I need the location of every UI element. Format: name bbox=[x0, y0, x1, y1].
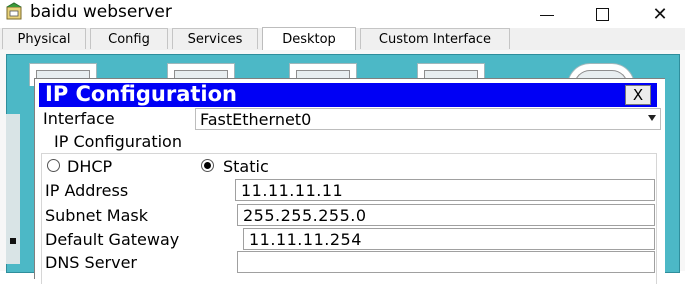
tab-config[interactable]: Config bbox=[90, 28, 168, 49]
maximize-icon bbox=[595, 7, 609, 21]
bullet-marker bbox=[10, 238, 16, 244]
interface-select[interactable]: FastEthernet0 bbox=[195, 108, 661, 130]
dns-server-label: DNS Server bbox=[45, 253, 137, 272]
close-icon: ✕ bbox=[652, 3, 668, 25]
dhcp-label[interactable]: DHCP bbox=[67, 157, 112, 176]
minimize-button[interactable] bbox=[524, 0, 570, 28]
tab-physical[interactable]: Physical bbox=[2, 28, 86, 49]
close-window-button[interactable]: ✕ bbox=[637, 0, 683, 28]
dns-server-field[interactable] bbox=[237, 251, 655, 273]
subnet-mask-field[interactable]: 255.255.255.0 bbox=[237, 204, 655, 226]
ip-config-group-label: IP Configuration bbox=[51, 132, 185, 151]
tab-label: Desktop bbox=[282, 31, 336, 47]
ip-address-field[interactable]: 11.11.11.11 bbox=[235, 179, 655, 201]
window-title-bar: baidu webserver ✕ bbox=[0, 0, 685, 28]
ip-config-close-button[interactable]: X bbox=[625, 85, 651, 105]
static-label[interactable]: Static bbox=[223, 157, 269, 176]
ip-config-title-bar: IP Configuration X bbox=[39, 82, 657, 107]
dhcp-radio[interactable] bbox=[47, 159, 60, 172]
tab-strip: Physical Config Services Desktop Custom … bbox=[0, 27, 685, 51]
interface-value: FastEthernet0 bbox=[200, 110, 312, 129]
default-gateway-value: 11.11.11.254 bbox=[249, 230, 362, 249]
ip-address-value: 11.11.11.11 bbox=[241, 181, 344, 200]
ip-config-title: IP Configuration bbox=[45, 82, 237, 106]
tab-custom-interface[interactable]: Custom Interface bbox=[360, 28, 510, 49]
subnet-mask-label: Subnet Mask bbox=[45, 206, 149, 225]
ip-address-label: IP Address bbox=[45, 181, 129, 200]
interface-label: Interface bbox=[43, 109, 115, 128]
default-gateway-label: Default Gateway bbox=[45, 230, 180, 249]
ip-configuration-window: IP Configuration X Interface FastEtherne… bbox=[34, 78, 665, 284]
tab-label: Custom Interface bbox=[378, 31, 492, 47]
tab-services[interactable]: Services bbox=[172, 28, 258, 49]
tab-desktop[interactable]: Desktop bbox=[262, 27, 356, 50]
subnet-mask-value: 255.255.255.0 bbox=[243, 206, 367, 225]
maximize-button[interactable] bbox=[579, 0, 625, 28]
tab-label: Services bbox=[187, 31, 243, 47]
tab-label: Physical bbox=[17, 31, 71, 47]
app-icon bbox=[6, 2, 22, 20]
minimize-icon bbox=[540, 14, 554, 16]
window-title: baidu webserver bbox=[30, 2, 172, 22]
chevron-down-icon bbox=[648, 115, 656, 121]
static-radio[interactable] bbox=[201, 159, 214, 172]
default-gateway-field[interactable]: 11.11.11.254 bbox=[243, 228, 655, 250]
tab-label: Config bbox=[108, 31, 150, 47]
